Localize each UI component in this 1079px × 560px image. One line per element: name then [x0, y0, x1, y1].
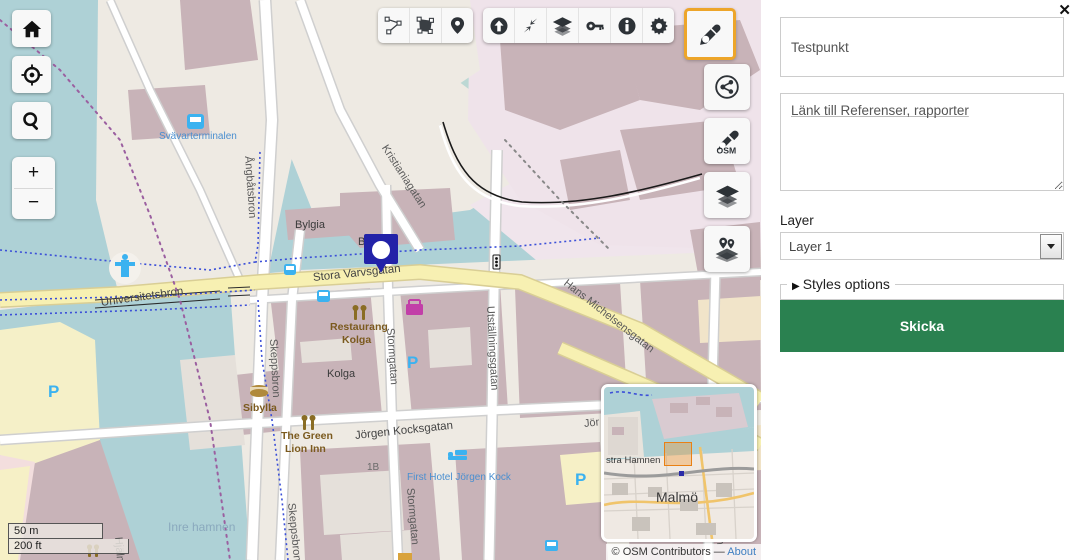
- about-link[interactable]: About: [727, 546, 756, 558]
- layers-icon: [552, 17, 573, 36]
- tilelayer-switcher-button[interactable]: [704, 172, 750, 218]
- permissions-button[interactable]: [579, 8, 611, 43]
- polygon-icon: [416, 16, 434, 34]
- map-side-controls: OSM: [704, 64, 750, 272]
- draw-tools-group: [378, 8, 473, 43]
- search-button[interactable]: [12, 102, 51, 139]
- minimap-viewport-rect: [664, 442, 692, 466]
- scale-metric: 50 m: [8, 523, 103, 539]
- info-button[interactable]: [611, 8, 643, 43]
- close-panel-button[interactable]: ✕: [1058, 3, 1071, 18]
- layers-button[interactable]: [547, 8, 579, 43]
- import-button[interactable]: [483, 8, 515, 43]
- layer-select[interactable]: Layer 1: [780, 232, 1064, 260]
- map-attribution: © OSM Contributors — About: [605, 544, 761, 560]
- pencil-icon: [699, 24, 720, 45]
- map-pin-icon: [450, 17, 465, 34]
- layer-select-wrapper: Layer 1: [780, 232, 1064, 260]
- locate-button[interactable]: [12, 56, 51, 93]
- osm-pencil-icon: OSM: [717, 130, 739, 155]
- zoom-in-button[interactable]: +: [14, 159, 53, 189]
- draw-polygon-button[interactable]: [410, 8, 442, 43]
- scale-bar: 50 m 200 ft: [8, 523, 129, 554]
- zoom-controls: + −: [12, 157, 55, 219]
- styles-options-label: Styles options: [802, 276, 890, 292]
- attribution-dash: —: [713, 546, 725, 558]
- minimap[interactable]: stra Hamnen Malmö: [601, 384, 757, 542]
- draw-marker-button[interactable]: [442, 8, 473, 43]
- map-marker-testpunkt[interactable]: [364, 232, 398, 274]
- layer-label: Layer: [780, 213, 814, 228]
- feature-form: Layer Layer 1 ▶Styles options Skicka: [780, 17, 1064, 352]
- caret-right-icon: ▶: [792, 281, 800, 292]
- feature-edit-panel: ✕ Layer Layer 1 ▶Styles options Skicka: [761, 0, 1079, 560]
- share-icon: [715, 75, 739, 99]
- feature-name-input[interactable]: [780, 17, 1064, 77]
- arrows-in-icon: [523, 18, 538, 33]
- crosshair-icon: [20, 63, 43, 86]
- arrow-up-circle-icon: [490, 17, 507, 34]
- edit-toggle-button[interactable]: [684, 8, 736, 60]
- info-circle-icon: [618, 17, 635, 34]
- home-icon: [22, 20, 41, 37]
- map-top-toolbar: [378, 8, 736, 60]
- datalayers-button[interactable]: [704, 226, 750, 272]
- styles-options-section[interactable]: ▶ Styles options: [780, 276, 1064, 300]
- submit-button[interactable]: Skicka: [780, 300, 1064, 352]
- polyline-icon: [384, 16, 402, 35]
- layers-icon: [715, 185, 739, 208]
- home-button[interactable]: [12, 10, 51, 47]
- settings-button[interactable]: [643, 8, 674, 43]
- share-button[interactable]: [704, 64, 750, 110]
- search-icon: [22, 111, 38, 130]
- attribution-text: © OSM Contributors: [611, 546, 711, 558]
- fullscreen-exit-button[interactable]: [515, 8, 547, 43]
- zoom-out-button[interactable]: −: [14, 189, 53, 218]
- map-left-controls: [12, 10, 51, 139]
- svg-text:OSM: OSM: [717, 145, 737, 155]
- draw-polyline-button[interactable]: [378, 8, 410, 43]
- map-tools-group: [483, 8, 674, 43]
- feature-description-textarea[interactable]: [780, 93, 1064, 191]
- gear-icon: [649, 16, 668, 35]
- map-viewport[interactable]: Kristianiagatan Ångbåtsbron Stora Varvsgat…: [0, 0, 761, 560]
- umap-application: Kristianiagatan Ångbåtsbron Stora Varvsgat…: [0, 0, 1079, 560]
- key-icon: [585, 21, 604, 30]
- styles-options-legend[interactable]: ▶ Styles options: [787, 276, 895, 292]
- markers-layer-icon: [715, 237, 739, 262]
- scale-imperial: 200 ft: [8, 539, 129, 554]
- osm-edit-button[interactable]: OSM: [704, 118, 750, 164]
